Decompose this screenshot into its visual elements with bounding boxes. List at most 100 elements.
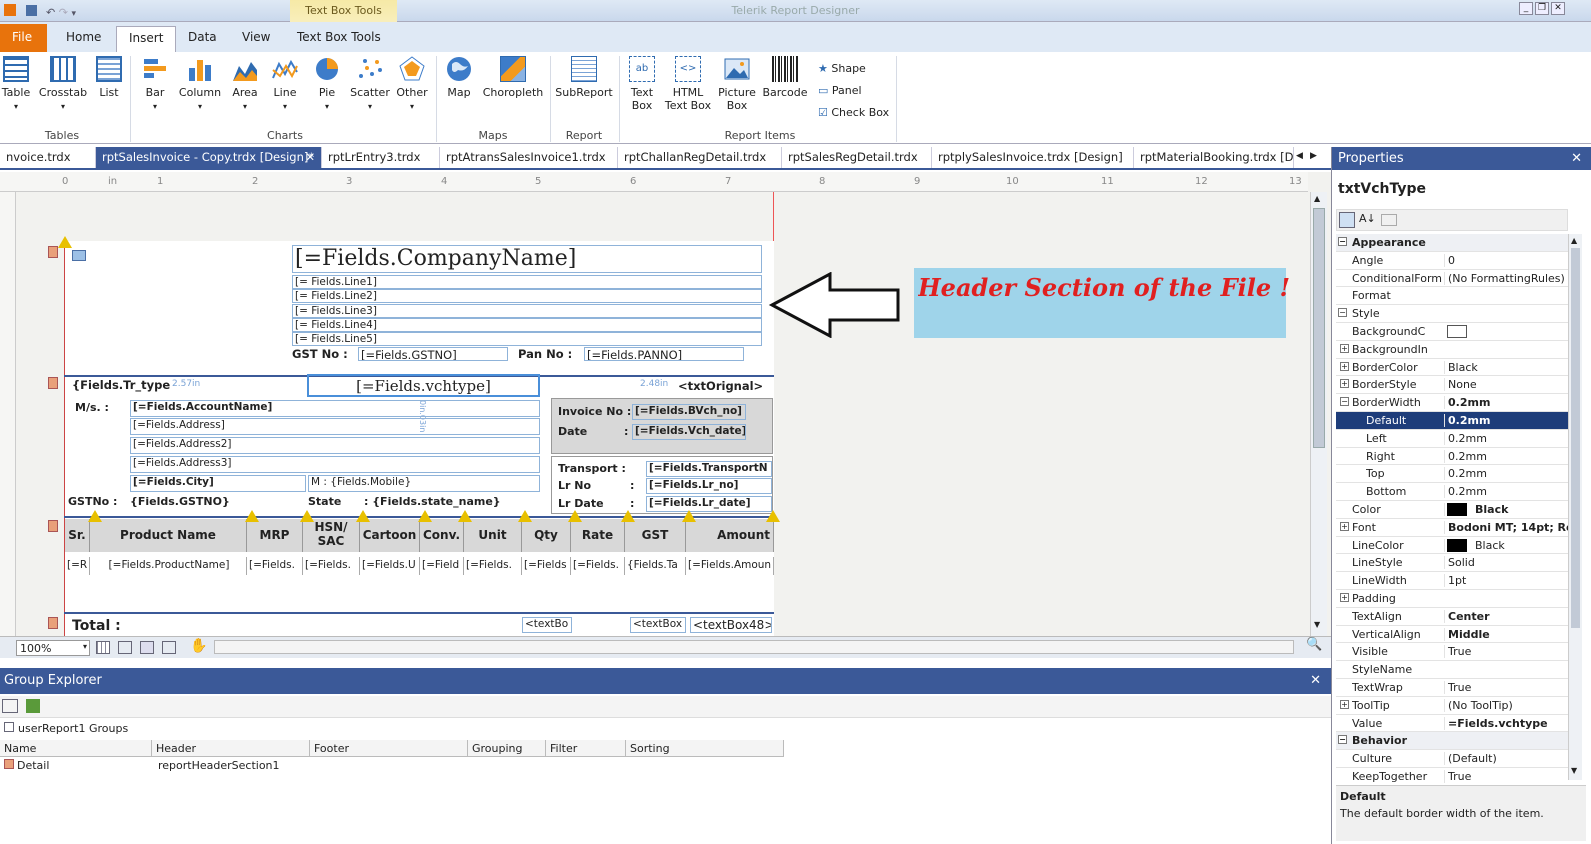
col-header[interactable]: Cartoon [360, 519, 420, 552]
refresh-icon[interactable] [26, 699, 40, 713]
property-value[interactable]: Solid [1444, 556, 1572, 570]
collapse-icon[interactable]: − [1340, 397, 1349, 407]
property-value[interactable]: (No ToolTip) [1444, 698, 1572, 712]
col-header[interactable]: Header [152, 740, 310, 757]
picture-box-button[interactable]: Picture Box [716, 56, 758, 112]
detail-cell[interactable]: [=Fields.ProductName] [90, 557, 247, 575]
close-button[interactable]: ✕ [1551, 2, 1565, 15]
property-value[interactable]: (No FormattingRules) [1444, 271, 1572, 285]
property-value[interactable]: 0.2mm [1444, 467, 1572, 481]
property-row[interactable]: VerticalAlign Middle [1336, 626, 1572, 644]
warning-icon[interactable] [682, 510, 696, 522]
group-menu-icon[interactable] [2, 699, 18, 713]
tab-data[interactable]: Data [176, 26, 229, 50]
invoice-label[interactable]: Invoice No : [558, 405, 631, 418]
list-button[interactable]: List [94, 56, 124, 99]
html-text-box-button[interactable]: <> HTML Text Box [662, 56, 714, 112]
col-header[interactable]: MRP [247, 519, 303, 552]
property-value[interactable]: =Fields.vchtype [1444, 716, 1572, 730]
detail-cell[interactable]: [=Fields [522, 557, 571, 575]
col-header[interactable]: Conv. [420, 519, 464, 552]
date-colon[interactable]: : [624, 425, 628, 438]
line1-field[interactable]: [= Fields.Line1] [292, 275, 762, 289]
restore-button[interactable]: ❐ [1535, 2, 1549, 15]
gst-label[interactable]: GST No : [292, 347, 348, 361]
tab-view[interactable]: View [230, 26, 282, 50]
property-row[interactable]: Visible True [1336, 643, 1572, 662]
property-value[interactable]: Middle [1444, 627, 1572, 641]
total-label[interactable]: Total : [72, 618, 121, 634]
total-textbox[interactable]: <textBox [630, 617, 686, 633]
expand-icon[interactable]: + [1340, 343, 1349, 353]
map-button[interactable]: Map [442, 56, 476, 99]
collapse-icon[interactable]: − [1338, 735, 1347, 745]
minimize-button[interactable]: _ [1519, 2, 1533, 15]
table-button[interactable]: Table ▾ [0, 56, 32, 112]
warning-icon[interactable] [58, 236, 72, 248]
detail-cell[interactable]: [=Field [420, 557, 464, 575]
property-scrollbar[interactable]: ▲ ▼ [1568, 234, 1582, 780]
line5-field[interactable]: [= Fields.Line5] [292, 332, 762, 346]
tab-text-box-tools[interactable]: Text Box Tools [285, 26, 393, 50]
pan-label[interactable]: Pan No : [518, 347, 572, 361]
scroll-up-icon[interactable]: ▲ [1314, 194, 1320, 203]
doc-tab[interactable]: rptplySalesInvoice.trdx [Design] [932, 147, 1134, 168]
warning-icon[interactable] [518, 510, 532, 522]
tab-file[interactable]: File [0, 24, 47, 52]
expand-icon[interactable]: + [1340, 699, 1349, 709]
picture-box-icon[interactable] [72, 250, 86, 261]
scatter-chart-button[interactable]: Scatter ▾ [348, 56, 392, 112]
property-row[interactable]: − Behavior [1336, 732, 1572, 751]
scroll-down-icon[interactable]: ▼ [1571, 766, 1577, 775]
detail-cell[interactable]: {Fields.Ta [625, 557, 686, 575]
property-row[interactable]: Color Black [1336, 501, 1572, 519]
gstno-field[interactable]: {Fields.GSTNO} [130, 495, 230, 508]
group-tree-root[interactable]: userReport1 Groups [4, 722, 128, 735]
col-footer[interactable]: Footer [310, 740, 468, 757]
expand-icon[interactable]: + [1340, 361, 1349, 371]
address3-field[interactable]: [=Fields.Address3] [130, 456, 540, 473]
line3-field[interactable]: [= Fields.Line3] [292, 304, 762, 318]
sort-alpha-icon[interactable]: A↓ [1359, 212, 1376, 225]
property-value[interactable]: 1pt [1444, 574, 1572, 588]
address-field[interactable]: [=Fields.Address] [130, 418, 540, 435]
col-header[interactable]: Rate [571, 519, 625, 552]
categorized-icon[interactable] [1339, 212, 1355, 228]
property-row[interactable]: LineWidth 1pt [1336, 572, 1572, 590]
doc-tab[interactable]: nvoice.trdx [0, 147, 96, 168]
state-field[interactable]: : {Fields.state_name} [364, 495, 501, 508]
property-value[interactable]: 0.2mm [1444, 414, 1572, 427]
property-row[interactable]: Default 0.2mm [1336, 412, 1572, 430]
property-row[interactable]: LineStyle Solid [1336, 554, 1572, 573]
property-value[interactable]: (Default) [1444, 752, 1572, 766]
property-row[interactable]: − Appearance [1336, 234, 1572, 252]
property-row[interactable]: Angle 0 [1336, 252, 1572, 270]
property-row[interactable]: + BorderColor Black [1336, 359, 1572, 377]
lrdate-field[interactable]: [=Fields.Lr_date] [646, 496, 772, 512]
header-section-icon[interactable] [48, 246, 58, 258]
shape-button[interactable]: ★ Shape [818, 58, 889, 80]
col-header[interactable]: Qty [522, 519, 571, 552]
crosstab-button[interactable]: Crosstab ▾ [38, 56, 88, 112]
property-row[interactable]: ConditionalForm (No FormattingRules) [1336, 270, 1572, 288]
property-value[interactable]: None [1444, 378, 1572, 392]
state-label[interactable]: State [308, 495, 341, 508]
line-chart-button[interactable]: Line ▾ [268, 56, 302, 112]
doc-tab[interactable]: rptLrEntry3.trdx [322, 147, 440, 168]
col-grouping[interactable]: Grouping [468, 740, 546, 757]
property-row[interactable]: StyleName [1336, 661, 1572, 679]
section-icon[interactable] [48, 617, 58, 629]
property-row[interactable]: BackgroundC [1336, 323, 1572, 341]
gst-field[interactable]: [=Fields.GSTNO] [358, 347, 508, 361]
hand-icon[interactable]: ✋ [190, 638, 207, 654]
col-filter[interactable]: Filter [546, 740, 626, 757]
col-header[interactable]: Unit [464, 519, 522, 552]
col-header[interactable]: Amount [686, 519, 774, 552]
city-field[interactable]: [=Fields.City] [130, 475, 306, 492]
col-name[interactable]: Name [0, 740, 152, 757]
lrno-field[interactable]: [=Fields.Lr_no] [646, 478, 772, 494]
line4-field[interactable]: [= Fields.Line4] [292, 318, 762, 332]
ms-label[interactable]: M/s. : [75, 401, 109, 414]
col-sorting[interactable]: Sorting [626, 740, 784, 757]
detail-cell[interactable]: [=R [65, 557, 90, 575]
